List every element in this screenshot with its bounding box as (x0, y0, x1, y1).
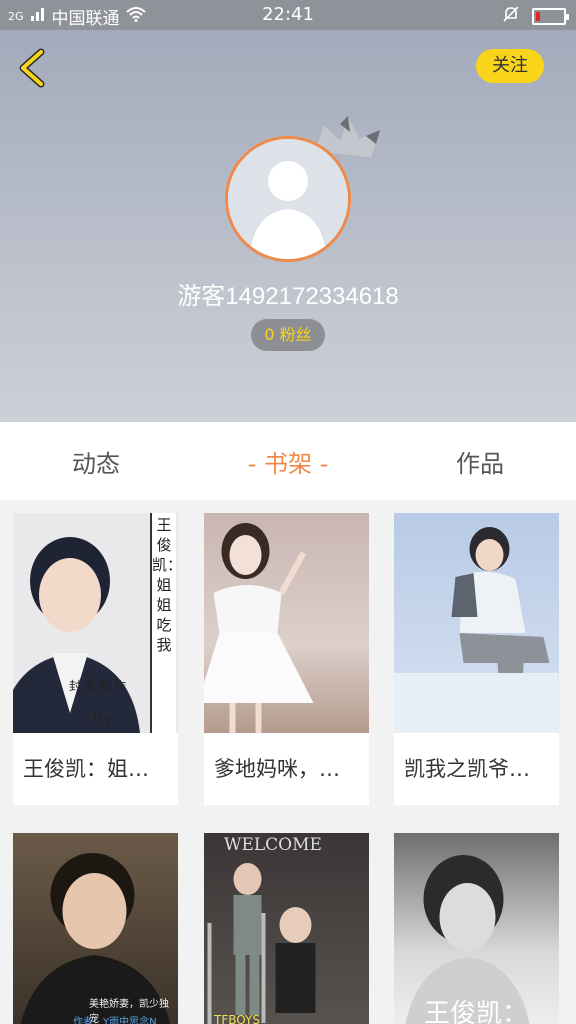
cover-sub: TFBOYS (214, 1013, 260, 1024)
fans-count-badge[interactable]: 0 粉丝 (251, 319, 325, 351)
portrait-image (394, 527, 559, 733)
book-card[interactable]: WELCOME TFBOYS (204, 833, 369, 1024)
portrait-image (204, 523, 314, 733)
book-cover: 美艳娇妻，凯少独宠 作者：Y雨中思念N (13, 833, 178, 1024)
default-user-icon (228, 139, 348, 259)
status-bar: 2G 中国联通 22:41 (0, 0, 576, 30)
portrait-image (207, 863, 316, 1024)
book-card[interactable]: 美艳娇妻，凯少独宠 作者：Y雨中思念N (13, 833, 178, 1024)
profile-header: 关注 游客1492172334618 0 粉丝 (0, 30, 576, 422)
username: 游客1492172334618 (177, 283, 399, 310)
cover-sub: 作者：Y雨中思念N (73, 1017, 157, 1024)
battery-icon (532, 8, 569, 25)
tab-bookshelf[interactable]: - 书架 - (192, 444, 384, 479)
chevron-left-icon (19, 48, 45, 88)
cover-sub: by (93, 711, 117, 726)
book-cover (394, 513, 559, 733)
book-card[interactable]: 爹地妈咪，… (204, 513, 369, 805)
book-title: 王俊凯：姐… (23, 757, 149, 781)
profile-tabs: 动态 - 书架 - 作品 (0, 422, 576, 500)
book-title: 爹地妈咪，… (214, 757, 340, 781)
cover-vertical-title: 王俊凯：姐姐吃我 (150, 513, 178, 733)
portrait-image (13, 537, 140, 733)
book-card[interactable]: 王俊凯：姐姐吃我 封面制作 by 王俊凯：姐… (13, 513, 178, 805)
book-cover: WELCOME TFBOYS (204, 833, 369, 1024)
book-card[interactable]: 王俊凯： (394, 833, 559, 1024)
avatar[interactable] (225, 136, 351, 262)
book-cover (204, 513, 369, 733)
book-title: 凯我之凯爷… (404, 757, 530, 781)
back-button[interactable] (14, 48, 54, 88)
book-cover: 王俊凯：姐姐吃我 封面制作 by (13, 513, 178, 733)
status-time: 22:41 (262, 4, 314, 25)
tab-works[interactable]: 作品 (384, 444, 576, 479)
book-card[interactable]: 凯我之凯爷… (394, 513, 559, 805)
book-cover: 王俊凯： (394, 833, 559, 1024)
cover-caption: 封面制作 (69, 679, 130, 693)
tab-activity[interactable]: 动态 (0, 444, 192, 479)
follow-button[interactable]: 关注 (476, 49, 544, 83)
mute-icon (502, 5, 520, 28)
cover-caption: 王俊凯： (424, 999, 529, 1024)
